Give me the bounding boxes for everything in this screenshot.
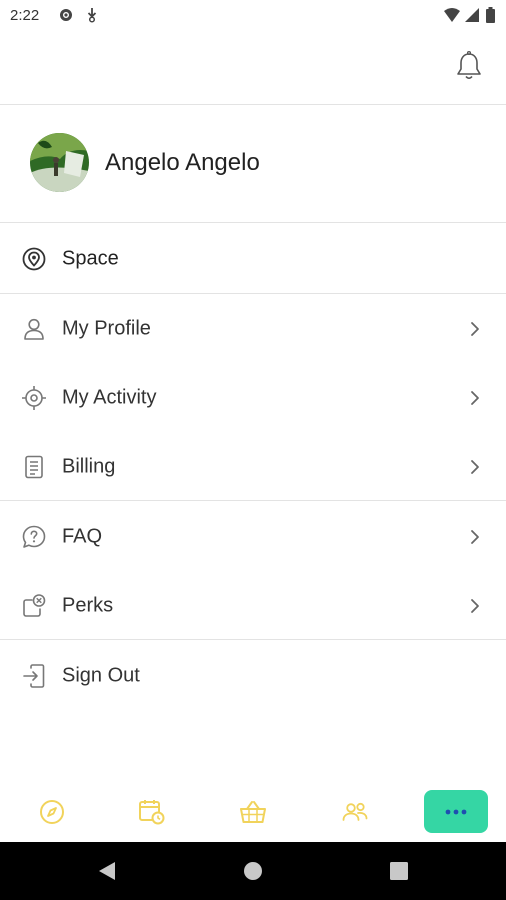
menu-item-my-profile[interactable]: My Profile	[0, 298, 506, 360]
divider	[0, 500, 506, 501]
menu-item-my-activity[interactable]: My Activity	[0, 367, 506, 429]
divider	[0, 293, 506, 294]
profile-name: Angelo Angelo	[105, 149, 260, 176]
menu-item-billing[interactable]: Billing	[0, 436, 506, 498]
chevron-right-icon	[471, 322, 479, 336]
menu-item-label: Space	[62, 247, 119, 270]
back-icon[interactable]	[96, 860, 118, 882]
receipt-icon	[25, 455, 43, 479]
menu-item-label: Sign Out	[62, 664, 140, 687]
basket-icon	[240, 801, 266, 823]
wifi-icon	[444, 8, 460, 22]
nav-item-more[interactable]	[424, 790, 488, 833]
help-chat-icon	[22, 525, 46, 548]
notification-bell-icon[interactable]	[454, 50, 484, 82]
status-time: 2:22	[10, 7, 40, 24]
download-icon	[87, 8, 97, 23]
nav-item-community[interactable]	[325, 790, 385, 834]
compass-icon	[40, 800, 64, 824]
chevron-right-icon	[471, 530, 479, 544]
avatar-image	[30, 133, 89, 192]
menu-item-sign-out[interactable]: Sign Out	[0, 645, 506, 707]
chevron-right-icon	[471, 599, 479, 613]
signal-icon	[465, 8, 479, 22]
home-icon[interactable]	[243, 861, 263, 881]
menu-item-space[interactable]: Space	[0, 228, 506, 290]
nav-item-explore[interactable]	[22, 790, 82, 834]
menu-item-perks[interactable]: Perks	[0, 575, 506, 637]
profile-header[interactable]: Angelo Angelo	[0, 105, 506, 222]
bottom-nav	[0, 780, 506, 842]
chevron-right-icon	[471, 460, 479, 474]
settings-icon	[60, 9, 72, 21]
divider	[0, 639, 506, 640]
target-icon	[22, 386, 46, 410]
menu-item-faq[interactable]: FAQ	[0, 506, 506, 568]
calendar-clock-icon	[139, 800, 165, 825]
menu-item-label: Billing	[62, 455, 116, 478]
coupon-icon	[23, 594, 46, 617]
chevron-right-icon	[471, 391, 479, 405]
user-icon	[24, 318, 44, 340]
nav-item-bookings[interactable]	[122, 790, 182, 834]
top-bar	[0, 32, 506, 104]
menu-item-label: My Profile	[62, 317, 151, 340]
divider	[0, 222, 506, 223]
recents-icon[interactable]	[390, 862, 408, 880]
location-pin-icon	[22, 247, 46, 271]
avatar[interactable]	[30, 133, 89, 192]
nav-item-shop[interactable]	[223, 790, 283, 834]
people-icon	[342, 802, 368, 821]
menu-item-label: My Activity	[62, 386, 157, 409]
sign-out-icon	[23, 664, 45, 688]
status-bar: 2:22	[0, 0, 506, 32]
menu-item-label: Perks	[62, 594, 114, 617]
menu-item-label: FAQ	[62, 525, 103, 548]
battery-icon	[486, 7, 495, 23]
more-icon	[445, 809, 467, 814]
system-nav-bar	[0, 842, 506, 900]
